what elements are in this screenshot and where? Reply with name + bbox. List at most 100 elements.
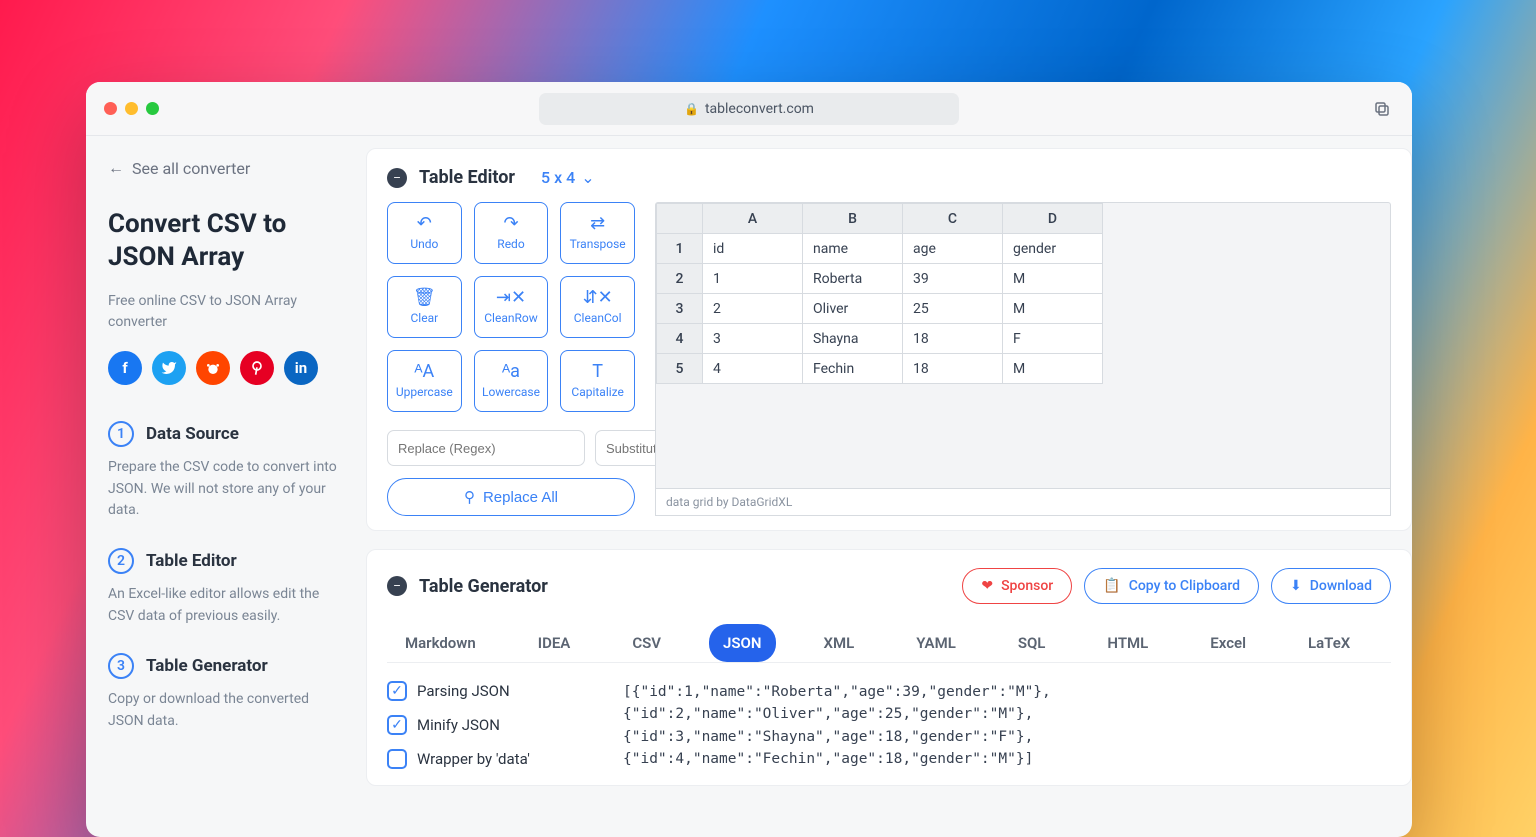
minimize-window-button[interactable] <box>125 102 138 115</box>
row-header[interactable]: 2 <box>657 264 703 294</box>
twitter-share-button[interactable] <box>152 351 186 385</box>
checkbox-icon: ✓ <box>387 681 407 701</box>
col-header[interactable]: C <box>903 204 1003 234</box>
step-3: 3Table GeneratorCopy or download the con… <box>108 653 344 732</box>
generator-title: Table Generator <box>419 576 548 597</box>
grid-cell[interactable]: gender <box>1003 234 1103 264</box>
copy-clipboard-button[interactable]: 📋 Copy to Clipboard <box>1084 568 1259 604</box>
row-header[interactable]: 4 <box>657 324 703 354</box>
grid-cell[interactable]: Roberta <box>803 264 903 294</box>
transpose-icon: ⇄ <box>590 215 605 233</box>
grid-cell[interactable]: name <box>803 234 903 264</box>
format-tab-idea[interactable]: IDEA <box>524 624 585 662</box>
grid-cell[interactable]: 39 <box>903 264 1003 294</box>
clipboard-icon: 📋 <box>1103 578 1120 594</box>
fullscreen-window-button[interactable] <box>146 102 159 115</box>
format-tab-excel[interactable]: Excel <box>1196 624 1260 662</box>
generator-options: ✓Parsing JSON ✓Minify JSON Wrapper by 'dat… <box>387 681 597 769</box>
row-header[interactable]: 5 <box>657 354 703 384</box>
row-header[interactable]: 3 <box>657 294 703 324</box>
row-header[interactable]: 1 <box>657 234 703 264</box>
grid-cell[interactable]: Oliver <box>803 294 903 324</box>
grid-corner[interactable] <box>657 204 703 234</box>
url-host: tableconvert.com <box>705 101 814 117</box>
facebook-share-button[interactable]: f <box>108 351 142 385</box>
step-2: 2Table EditorAn Excel-like editor allows… <box>108 548 344 627</box>
grid-cell[interactable]: M <box>1003 294 1103 324</box>
grid-cell[interactable]: age <box>903 234 1003 264</box>
back-link[interactable]: ← See all converter <box>108 158 344 178</box>
step-label: Data Source <box>146 424 239 444</box>
grid-cell[interactable]: 4 <box>703 354 803 384</box>
format-tab-latex[interactable]: LaTeX <box>1294 624 1364 662</box>
grid-cell[interactable]: Shayna <box>803 324 903 354</box>
col-header[interactable]: B <box>803 204 903 234</box>
tool-label: Transpose <box>570 237 626 251</box>
format-tab-json[interactable]: JSON <box>709 624 775 662</box>
checkbox-icon: ✓ <box>387 715 407 735</box>
format-tab-markdown[interactable]: Markdown <box>391 624 490 662</box>
pinterest-share-button[interactable] <box>240 351 274 385</box>
main: – Table Editor 5 x 4 ⌄ ↶Undo↷Redo⇄Transp… <box>366 136 1412 837</box>
table-size-dropdown[interactable]: 5 x 4 ⌄ <box>541 168 595 187</box>
lowercase-icon: ᴬa <box>502 363 520 381</box>
col-header[interactable]: D <box>1003 204 1103 234</box>
format-tabs: Markdown IDEA CSV JSON XML YAML SQL HTML Excel La… <box>387 618 1391 663</box>
grid-cell[interactable]: 25 <box>903 294 1003 324</box>
lowercase-button[interactable]: ᴬaLowercase <box>474 350 549 412</box>
tool-label: Undo <box>410 237 438 251</box>
download-label: Download <box>1310 578 1372 594</box>
format-tab-yaml[interactable]: YAML <box>902 624 970 662</box>
cleancol-button[interactable]: ⇵✕CleanCol <box>560 276 635 338</box>
tool-label: Uppercase <box>396 385 453 399</box>
format-tab-html[interactable]: HTML <box>1093 624 1162 662</box>
format-tab-xml[interactable]: XML <box>810 624 869 662</box>
copy-window-button[interactable] <box>1370 97 1394 121</box>
option-wrapper-by-data-[interactable]: Wrapper by 'data' <box>387 749 597 769</box>
tool-label: Capitalize <box>571 385 624 399</box>
data-grid[interactable]: ABCD1idnameagegender21Roberta39M32Oliver… <box>655 202 1391 516</box>
page-subtitle: Free online CSV to JSON Array converter <box>108 291 344 333</box>
replace-regex-input[interactable] <box>387 430 585 466</box>
search-icon: ⚲ <box>464 488 475 506</box>
option-parsing-json[interactable]: ✓Parsing JSON <box>387 681 597 701</box>
capitalize-button[interactable]: TCapitalize <box>560 350 635 412</box>
grid-cell[interactable]: M <box>1003 354 1103 384</box>
uppercase-button[interactable]: ᴬAUppercase <box>387 350 462 412</box>
format-tab-sql[interactable]: SQL <box>1004 624 1060 662</box>
col-header[interactable]: A <box>703 204 803 234</box>
option-minify-json[interactable]: ✓Minify JSON <box>387 715 597 735</box>
sponsor-button[interactable]: ❤ Sponsor <box>962 568 1072 604</box>
social-row: f in <box>108 351 344 385</box>
close-window-button[interactable] <box>104 102 117 115</box>
grid-cell[interactable]: 18 <box>903 354 1003 384</box>
sidebar: ← See all converter Convert CSV to JSON … <box>86 136 366 837</box>
copy-label: Copy to Clipboard <box>1129 578 1240 594</box>
collapse-generator-button[interactable]: – <box>387 576 407 596</box>
grid-cell[interactable]: 2 <box>703 294 803 324</box>
grid-cell[interactable]: 3 <box>703 324 803 354</box>
page-title: Convert CSV to JSON Array <box>108 208 344 273</box>
grid-cell[interactable]: 18 <box>903 324 1003 354</box>
clear-button[interactable]: 🗑Clear <box>387 276 462 338</box>
grid-cell[interactable]: id <box>703 234 803 264</box>
linkedin-share-button[interactable]: in <box>284 351 318 385</box>
grid-cell[interactable]: F <box>1003 324 1103 354</box>
reddit-share-button[interactable] <box>196 351 230 385</box>
redo-button[interactable]: ↷Redo <box>474 202 549 264</box>
cleanrow-button[interactable]: ⇥✕CleanRow <box>474 276 549 338</box>
format-tab-csv[interactable]: CSV <box>618 624 675 662</box>
step-number: 1 <box>108 421 134 447</box>
download-button[interactable]: ⬇ Download <box>1271 568 1391 604</box>
option-label: Wrapper by 'data' <box>417 750 530 768</box>
output-code[interactable]: [{"id":1,"name":"Roberta","age":39,"gend… <box>623 681 1391 771</box>
transpose-button[interactable]: ⇄ Transpose <box>560 202 635 264</box>
back-link-label: See all converter <box>132 159 250 178</box>
grid-cell[interactable]: Fechin <box>803 354 903 384</box>
grid-cell[interactable]: 1 <box>703 264 803 294</box>
collapse-editor-button[interactable]: – <box>387 168 407 188</box>
grid-cell[interactable]: M <box>1003 264 1103 294</box>
replace-all-button[interactable]: ⚲ Replace All <box>387 478 635 516</box>
address-bar[interactable]: 🔒 tableconvert.com <box>539 93 959 125</box>
undo-button[interactable]: ↶Undo <box>387 202 462 264</box>
